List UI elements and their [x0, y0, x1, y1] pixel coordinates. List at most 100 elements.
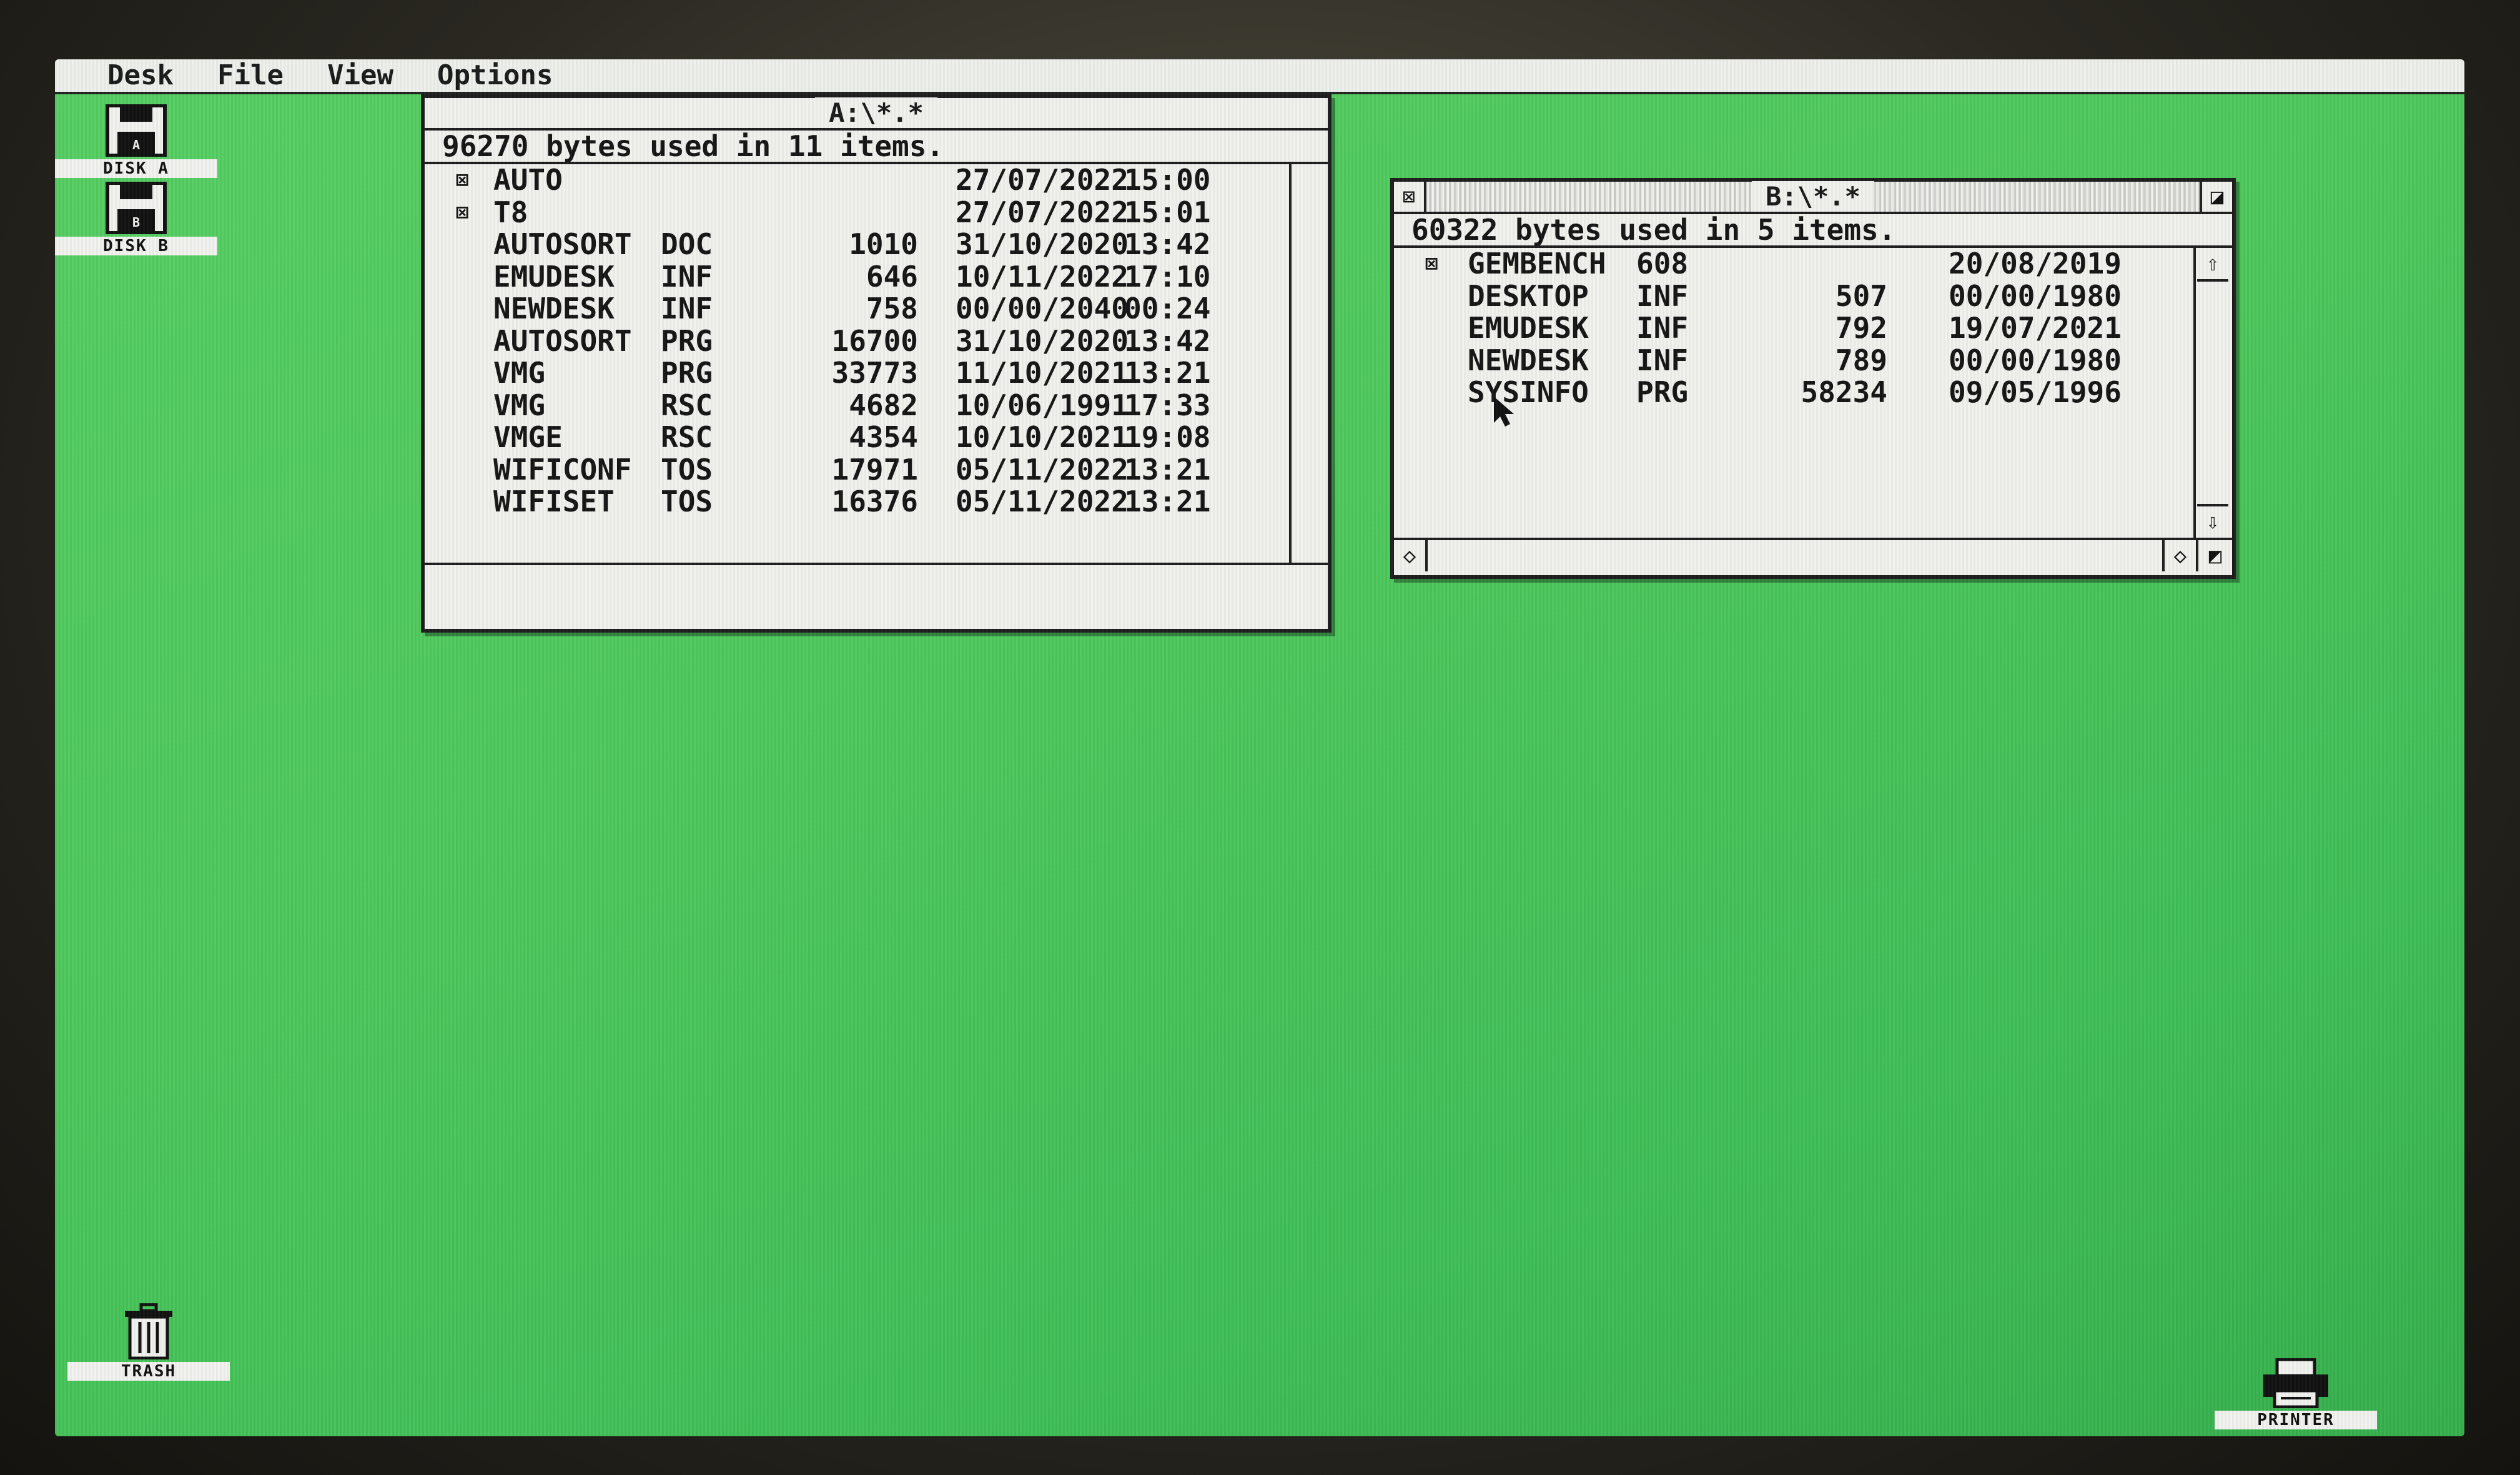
svg-text:A: A [132, 137, 140, 152]
file-name: VMG [493, 388, 546, 422]
fuller-box-icon[interactable]: ◪ [2200, 182, 2232, 212]
file-row[interactable]: WIFICONF TOS 17971 05/11/2022 13:21 [425, 452, 1287, 486]
scroll-down-arrow-icon[interactable]: ⇩ [2197, 504, 2228, 538]
file-ext: TOS [661, 452, 713, 486]
file-row[interactable]: ⊠ T8 27/07/2022 15:01 [425, 195, 1287, 229]
file-time: 15:01 [1124, 195, 1211, 229]
window-b-file-list: ⊠ GEMBENCH 608 20/08/2019 DESKTOP INF 507 00/00… [1394, 247, 2193, 409]
file-size: 646 [866, 259, 918, 294]
file-date: 10/11/2022 [956, 259, 1129, 294]
window-drive-a[interactable]: A:\*.* 96270 bytes used in 11 items. ⊠ AU… [421, 94, 1332, 633]
mouse-pointer-icon [1494, 397, 1514, 427]
folder-icon: ⊠ [456, 167, 469, 192]
file-row[interactable]: AUTOSORT PRG 16700 31/10/2020 13:42 [425, 325, 1287, 358]
window-a-horizontal-scrollbar[interactable] [425, 563, 1328, 596]
file-size: 16376 [831, 485, 918, 518]
file-row[interactable]: EMUDESK INF 792 19/07/2021 [1394, 312, 2193, 345]
file-time: 13:21 [1124, 452, 1211, 486]
file-ext: INF [1636, 343, 1689, 377]
file-time: 13:21 [1124, 485, 1211, 518]
printer-label: PRINTER [2215, 1411, 2377, 1429]
file-name: VMGE [493, 420, 563, 454]
window-b-vertical-scrollbar[interactable]: ⇧ ⇩ [2193, 248, 2232, 538]
file-date: 20/08/2019 [1949, 247, 2122, 280]
file-date: 00/00/2040 [956, 292, 1129, 325]
file-name: DESKTOP [1468, 279, 1589, 313]
trash-can-icon [125, 1303, 172, 1359]
file-date: 05/11/2022 [956, 452, 1129, 486]
file-ext: 608 [1636, 247, 1689, 280]
file-size: 1010 [849, 227, 918, 261]
file-row[interactable]: EMUDESK INF 646 10/11/2022 17:10 [425, 259, 1287, 294]
close-box-icon[interactable]: ⊠ [1394, 182, 1426, 212]
file-time: 13:21 [1124, 356, 1211, 390]
file-size: 792 [1835, 311, 1887, 345]
file-name: VMG [493, 356, 546, 390]
file-time: 17:10 [1124, 259, 1211, 294]
window-a-vertical-scrollbar[interactable] [1289, 164, 1328, 563]
menu-bar: Desk File View Options [55, 59, 2464, 94]
trash-icon-container[interactable]: TRASH [67, 1303, 230, 1381]
file-name: NEWDESK [493, 292, 615, 325]
file-size: 507 [1835, 279, 1887, 313]
file-date: 27/07/2022 [956, 195, 1129, 229]
file-name: T8 [493, 195, 528, 229]
file-ext: RSC [661, 420, 713, 454]
window-b-horizontal-scrollbar[interactable]: ◇ ◇ ◩ [1394, 538, 2232, 571]
menu-view[interactable]: View [327, 59, 393, 92]
file-ext: PRG [661, 356, 713, 390]
file-date: 10/10/2021 [956, 420, 1129, 454]
file-ext: TOS [661, 485, 713, 518]
folder-icon: ⊠ [456, 199, 469, 225]
floppy-disk-icon: B [106, 182, 167, 234]
file-row[interactable]: ⊠ AUTO 27/07/2022 15:00 [425, 164, 1287, 197]
file-row[interactable]: VMG RSC 4682 10/06/1991 17:33 [425, 388, 1287, 422]
file-ext: DOC [661, 227, 713, 261]
file-date: 19/07/2021 [1949, 311, 2122, 345]
file-date: 00/00/1980 [1949, 279, 2122, 313]
file-size: 33773 [831, 356, 918, 390]
disk-b-icon-container[interactable]: B DISK B [55, 182, 217, 255]
file-date: 11/10/2021 [956, 356, 1129, 390]
window-b-titlebar[interactable]: B:\*.* [1394, 181, 2232, 214]
file-size: 4682 [849, 388, 918, 422]
file-name: EMUDESK [493, 259, 615, 294]
file-row[interactable]: NEWDESK INF 758 00/00/2040 00:24 [425, 292, 1287, 325]
printer-icon [2263, 1358, 2328, 1408]
window-a-file-list: ⊠ AUTO 27/07/2022 15:00 ⊠ T8 27/07/2022 15:01 AU… [425, 164, 1287, 518]
scroll-up-arrow-icon[interactable]: ⇧ [2197, 248, 2228, 282]
scroll-right-arrow-icon[interactable]: ◇ [2162, 540, 2196, 571]
file-date: 09/05/1996 [1949, 375, 2122, 409]
file-row[interactable]: AUTOSORT DOC 1010 31/10/2020 13:42 [425, 227, 1287, 261]
file-row[interactable]: VMG PRG 33773 11/10/2021 13:21 [425, 357, 1287, 390]
file-name: AUTOSORT [493, 227, 632, 261]
file-name: WIFICONF [493, 452, 632, 486]
disk-a-icon-container[interactable]: A DISK A [55, 104, 217, 178]
file-name: NEWDESK [1468, 343, 1589, 377]
size-box-icon[interactable]: ◩ [2196, 540, 2232, 571]
file-name: GEMBENCH [1468, 247, 1606, 280]
file-row[interactable]: ⊠ GEMBENCH 608 20/08/2019 [1394, 247, 2193, 280]
file-row[interactable]: DESKTOP INF 507 00/00/1980 [1394, 280, 2193, 313]
file-size: 758 [866, 292, 918, 325]
file-row[interactable]: WIFISET TOS 16376 05/11/2022 13:21 [425, 485, 1287, 518]
file-ext: INF [1636, 279, 1689, 313]
trash-label: TRASH [67, 1362, 230, 1381]
window-a-title: A:\*.* [815, 97, 937, 128]
file-name: WIFISET [493, 485, 615, 518]
file-size: 789 [1835, 343, 1887, 377]
window-a-titlebar[interactable]: A:\*.* [425, 97, 1328, 131]
file-row[interactable]: VMGE RSC 4354 10/10/2021 19:08 [425, 420, 1287, 454]
printer-icon-container[interactable]: PRINTER [2215, 1358, 2377, 1429]
folder-icon: ⊠ [1425, 251, 1438, 276]
scroll-left-arrow-icon[interactable]: ◇ [1394, 540, 1428, 571]
desktop[interactable]: Desk File View Options A DISK A B DISK B [55, 59, 2464, 1436]
file-size: 4354 [849, 420, 918, 454]
file-row[interactable]: NEWDESK INF 789 00/00/1980 [1394, 343, 2193, 377]
menu-options[interactable]: Options [437, 59, 553, 92]
file-date: 10/06/1991 [956, 388, 1129, 422]
file-time: 00:24 [1124, 292, 1211, 325]
window-drive-b[interactable]: B:\*.* ⊠ ◪ 60322 bytes used in 5 items. … [1390, 178, 2236, 579]
menu-desk[interactable]: Desk [107, 59, 174, 92]
menu-file[interactable]: File [217, 59, 284, 92]
